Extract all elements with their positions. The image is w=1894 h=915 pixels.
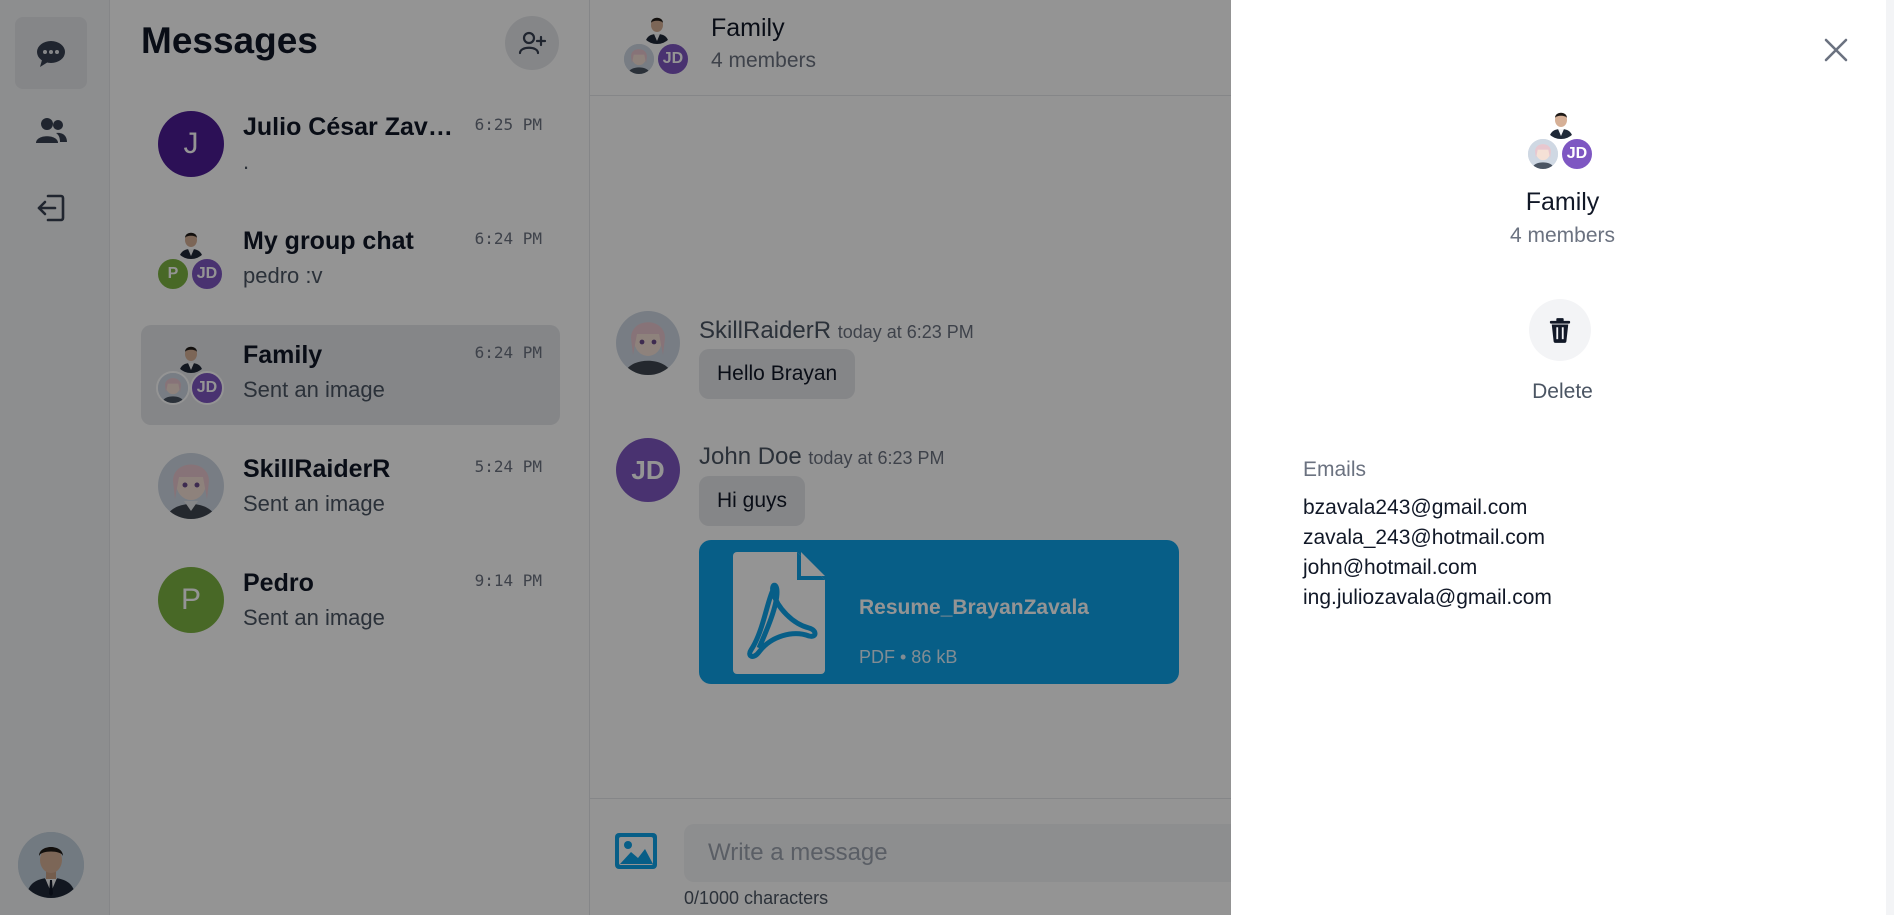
trash-icon (1549, 318, 1571, 343)
email-item: zavala_243@hotmail.com (1303, 526, 1545, 549)
close-icon (1824, 38, 1848, 62)
delete-label: Delete (1532, 380, 1593, 403)
member-initials-avatar: JD (1560, 137, 1594, 171)
email-item: bzavala243@gmail.com (1303, 496, 1528, 519)
email-item: ing.juliozavala@gmail.com (1303, 586, 1552, 609)
close-button[interactable] (1816, 30, 1856, 70)
delete-group-button[interactable] (1529, 299, 1591, 361)
group-name: Family (1525, 188, 1600, 216)
group-details-panel: JD Family 4 members Delete Emails bzaval… (1231, 0, 1894, 915)
group-avatar: JD (1526, 105, 1594, 171)
email-list: bzavala243@gmail.com zavala_243@hotmail.… (1303, 493, 1552, 613)
panel-scrollbar[interactable] (1886, 0, 1894, 915)
group-member-count: 4 members (1509, 224, 1616, 247)
emails-heading: Emails (1303, 458, 1367, 481)
member-photo (1544, 105, 1578, 139)
email-item: john@hotmail.com (1303, 556, 1478, 579)
member-anime-photo (1526, 137, 1560, 171)
